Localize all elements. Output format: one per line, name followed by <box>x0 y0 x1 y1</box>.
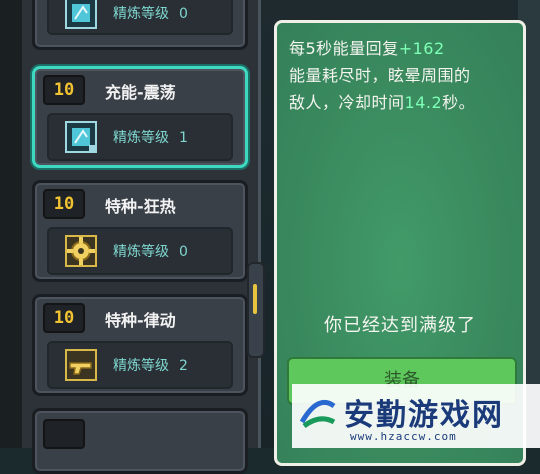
refine-value: 0 <box>179 6 188 22</box>
skill-title: 充能-震荡 <box>105 83 176 102</box>
site-watermark: 安勤游戏网 www.hzaccw.com <box>292 384 540 448</box>
gold-gear-icon <box>61 231 101 271</box>
refine-value: 2 <box>179 358 188 374</box>
skill-card-partial-bottom[interactable] <box>32 408 248 474</box>
skill-card-inner: 精炼等级 2 <box>47 341 233 389</box>
refine-label: 精炼等级 <box>113 130 169 146</box>
skill-card-special-frenzy[interactable]: 10 特种-狂热 精炼等级 0 <box>32 180 248 282</box>
desc-line1: 每5秒能量回复 <box>289 39 399 58</box>
cooldown-value: 14.2 <box>404 93 443 112</box>
energy-core-icon <box>61 0 101 33</box>
skill-card-special-vibrate[interactable]: 10 特种-律动 精炼等级 2 <box>32 294 248 396</box>
skill-card-inner: 精炼等级 0 <box>47 227 233 275</box>
skill-title: 特种-狂热 <box>105 197 176 216</box>
refine-label: 精炼等级 <box>113 6 169 22</box>
skill-card-charge-tremor[interactable]: 10 充能-震荡 精炼等级 1 <box>32 66 248 168</box>
skill-card-partial[interactable]: 精炼等级 0 <box>32 0 248 50</box>
energy-core-icon <box>61 117 101 157</box>
refine-label: 精炼等级 <box>113 244 169 260</box>
scroll-thumb[interactable] <box>253 284 257 314</box>
skill-list-panel[interactable]: 精炼等级 0 10 充能-震荡 精炼等级 1 10 特种-狂热 精炼等级 0 1… <box>22 0 261 474</box>
gold-gun-icon <box>61 345 101 385</box>
level-badge <box>43 419 85 449</box>
level-badge: 10 <box>43 75 85 105</box>
skill-title: 特种-律动 <box>105 311 176 330</box>
watermark-logo-icon <box>298 392 338 432</box>
list-scrollbar[interactable] <box>247 262 265 358</box>
desc-line3: 敌人，冷却时间 <box>289 93 405 112</box>
watermark-title: 安勤游戏网 <box>344 398 504 433</box>
max-level-message: 你已经达到满级了 <box>324 315 476 336</box>
watermark-url: www.hzaccw.com <box>350 430 457 443</box>
refine-value: 1 <box>179 130 188 146</box>
desc-line3-end: 秒。 <box>442 93 476 112</box>
level-badge: 10 <box>43 303 85 333</box>
top-scenery <box>260 0 520 22</box>
refine-label: 精炼等级 <box>113 358 169 374</box>
energy-regen-value: +162 <box>398 39 445 58</box>
refine-value: 0 <box>179 244 188 260</box>
skill-description: 每5秒能量回复+162 能量耗尽时，眩晕周围的 敌人，冷却时间14.2秒。 <box>289 35 513 116</box>
level-badge: 10 <box>43 189 85 219</box>
desc-line2: 能量耗尽时，眩晕周围的 <box>289 66 471 85</box>
skill-card-inner: 精炼等级 1 <box>47 113 233 161</box>
skill-card-inner: 精炼等级 0 <box>47 0 233 35</box>
